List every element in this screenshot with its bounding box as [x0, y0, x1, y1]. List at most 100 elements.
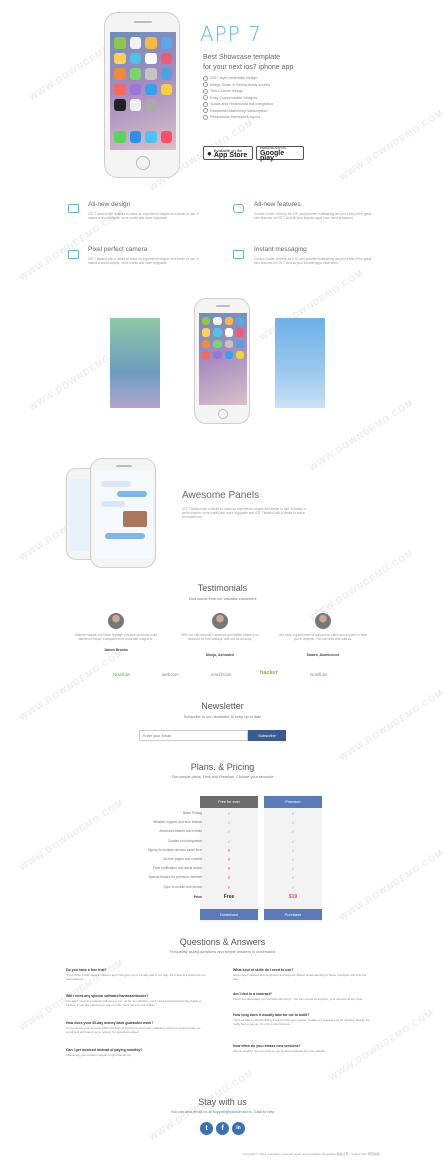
- app-title: APP 7: [200, 22, 262, 46]
- faq-answer: Absolutely, just contact support to get …: [66, 1053, 132, 1057]
- hero-feature-list: iOS7 style minimalist design Image Slide…: [203, 75, 273, 121]
- price-label: Price: [193, 895, 202, 899]
- pricing-row-label: Ad free pages and content: [163, 857, 202, 861]
- feature-title: Instant messaging: [254, 246, 307, 253]
- faq-question: Am I tied to a contract?: [233, 992, 272, 996]
- faq-question: Can I get invoiced instead of paying mon…: [66, 1048, 143, 1052]
- feature-title: Pixel perfect camera: [88, 246, 148, 253]
- feature-text: iOS 7 started with a desire to make an e…: [88, 257, 199, 266]
- plan-premium-header: Premium: [264, 796, 322, 808]
- feature-text: Control Center. AirDrop for iOS, and sma…: [254, 212, 372, 221]
- check-icon: ✓: [227, 811, 231, 816]
- faq-answer: You don't need any special software to r…: [66, 999, 202, 1007]
- twitter-icon[interactable]: t: [200, 1122, 213, 1135]
- linkedin-icon[interactable]: in: [232, 1122, 245, 1135]
- partner-logo: Nowfidet: [310, 672, 328, 677]
- check-icon: ✓: [291, 875, 295, 881]
- faq-answer: Almost weekly! You can refer to our vers…: [233, 1049, 326, 1053]
- pricing-row-label: Signup to multiple devices same time: [147, 847, 202, 852]
- partner-logo: Nowfidet: [113, 672, 131, 677]
- check-icon: ✓: [291, 820, 295, 826]
- control-center-screenshot: [110, 318, 160, 408]
- check-icon: ✓: [291, 884, 295, 890]
- testimonial-quote: We have a great team of support for sale…: [279, 633, 367, 641]
- email-field[interactable]: [139, 730, 248, 741]
- facebook-icon[interactable]: f: [216, 1122, 229, 1135]
- feature-title: All-new features: [254, 201, 301, 208]
- check-icon: ✓: [291, 847, 295, 853]
- testimonial-name: Swaeo, Aluminence: [306, 653, 340, 657]
- plan-free-header: Free for ever: [200, 796, 258, 808]
- check-icon: ✓: [291, 811, 295, 816]
- check-icon: ✓: [227, 838, 231, 844]
- app-store-big-text: App Store: [213, 152, 248, 159]
- testimonial-quote: With our call recorder's services and st…: [181, 633, 259, 641]
- chat-icon: [233, 204, 244, 213]
- hero-phone-image: [104, 12, 180, 178]
- faq-answer: There are absolutely no contracts with A…: [233, 997, 364, 1001]
- faq-answer: If you cancel your account within 30 day…: [66, 1026, 201, 1034]
- cross-icon: ✗: [227, 884, 231, 890]
- faq-answer: If you'd like a trial, please visit our …: [66, 973, 206, 981]
- price-premium: $19: [288, 894, 298, 900]
- panels-title: Awesome Panels: [182, 490, 260, 501]
- footer-text-suffix: . Glad to help: [251, 1110, 275, 1114]
- cross-icon: ✗: [227, 857, 231, 862]
- purchase-button[interactable]: Purchase: [264, 909, 322, 920]
- apple-icon: ●: [207, 148, 212, 158]
- avatar: [315, 613, 331, 629]
- cross-icon: ✗: [227, 866, 231, 872]
- check-icon: ✓: [227, 829, 231, 835]
- testimonials-title: Testimonials: [197, 583, 248, 593]
- faq-question: Do you have a free trial?: [66, 968, 107, 972]
- faq-subtitle: Frequently asked questions and simple an…: [169, 950, 276, 954]
- testimonial-name: James Brooks: [104, 648, 128, 652]
- dock-icons: [114, 131, 172, 143]
- avatar: [212, 613, 228, 629]
- faq-question: How does your 30-day money back guarante…: [66, 1021, 154, 1025]
- feature-title: All-new design: [88, 201, 131, 208]
- google-play-big-text: Google play: [260, 149, 285, 162]
- faq-answer: You'll be able to start building the app…: [233, 1018, 370, 1026]
- newsletter-title: Newsletter: [201, 701, 244, 711]
- watermark: WWW.DOWNDEMO.COM: [337, 687, 445, 763]
- faq-question: Will I need any special software/hardwar…: [66, 994, 149, 998]
- check-icon: ✓: [227, 820, 231, 826]
- testimonial-name: Monju, Ashraden: [205, 653, 235, 657]
- faq-answer: Some App7 started with beginners and exp…: [233, 973, 367, 981]
- faq-question: What kind of skills do I need to use?: [233, 968, 294, 972]
- app-store-button[interactable]: ● Available on the App Store: [203, 146, 253, 160]
- faq-question: How often do you release new versions?: [233, 1044, 301, 1048]
- pricing-row-label: Basic Pricing: [182, 811, 202, 815]
- watermark: WWW.DOWNDEMO.COM: [337, 847, 445, 923]
- image-icon: [68, 204, 79, 213]
- feature-text: Control Center. AirDrop for iOS, and sma…: [254, 257, 372, 266]
- cross-icon: ✗: [227, 847, 231, 853]
- hero-subtitle-1: Best Showcase template: [203, 54, 281, 61]
- pricing-title: Plans. & Pricing: [190, 762, 255, 772]
- download-button[interactable]: Download: [200, 909, 258, 920]
- support-email-link[interactable]: support@youdomain.io: [213, 1110, 252, 1114]
- avatar: [108, 613, 124, 629]
- pricing-row-label: Weather support and time feature: [152, 820, 202, 825]
- subscribe-button[interactable]: Subscribe: [248, 730, 286, 741]
- check-icon: ✓: [291, 866, 295, 872]
- pricing-subtitle: Two simple plans, Free and Premium. Choo…: [171, 775, 274, 779]
- mail-icon: [233, 250, 244, 259]
- pricing-row-label: Push notification and alerts action: [152, 866, 202, 871]
- check-icon: ✓: [291, 857, 295, 862]
- footer-title: Stay with us: [198, 1097, 247, 1107]
- watermark: WWW.DOWNDEMO.COM: [337, 107, 445, 183]
- google-play-button[interactable]: ANDROID APP ON Google play: [256, 146, 304, 162]
- pricing-row-label: Advanced search and results: [159, 829, 202, 834]
- footer-contact-text: You can also email us at support@youdoma…: [0, 1110, 445, 1114]
- app-icon-grid: [114, 37, 172, 111]
- pricing-row-label: Special feature for premium member: [148, 875, 202, 880]
- price-free: Free: [223, 894, 235, 900]
- hero-subtitle-2: for your next ios7 iphone app: [203, 64, 294, 71]
- check-icon: ✓: [291, 829, 295, 835]
- check-icon: ✓: [291, 838, 295, 844]
- faq-title: Questions & Answers: [179, 937, 266, 947]
- center-phone-image: [194, 298, 250, 424]
- pricing-row-label: Custom font integration: [167, 838, 202, 843]
